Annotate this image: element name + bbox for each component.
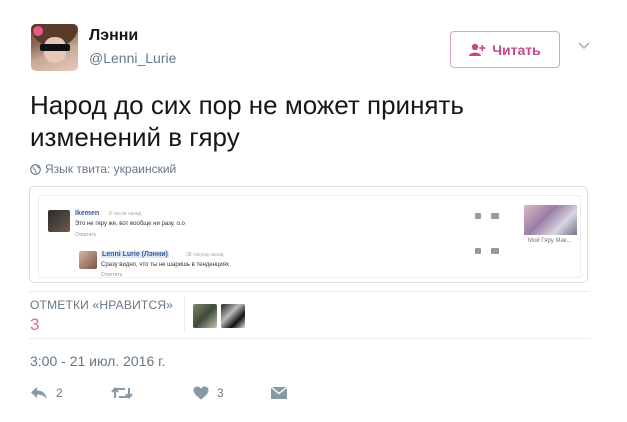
add-user-icon <box>469 43 486 56</box>
retweet-button[interactable] <box>111 386 133 400</box>
comment-time: 8 часов назад <box>109 211 142 217</box>
author-name[interactable]: Лэнни <box>89 27 138 45</box>
direct-message-button[interactable] <box>270 386 288 400</box>
tweet-text: Народ до сих пор не может принять измене… <box>30 90 464 152</box>
comment-text: Сразу видно, что ты не шаришь в тенденци… <box>101 262 229 268</box>
likes-count[interactable]: 3 <box>30 315 39 335</box>
flag-icon <box>491 213 499 219</box>
tweet-media-image[interactable]: Ikemen 8 часов назад Это не гяру же, вот… <box>29 186 588 283</box>
language-note: Язык твита: украинский <box>30 162 176 176</box>
comment-time: 38 секунд назад <box>186 252 224 258</box>
reply-count: 2 <box>56 386 63 400</box>
globe-icon <box>30 163 41 175</box>
video-thumbnail <box>524 205 577 235</box>
flag-icon <box>491 248 499 254</box>
chevron-down-icon[interactable] <box>578 42 590 50</box>
comment-reply-link: Ответить <box>101 272 123 278</box>
tweet-timestamp[interactable]: 3:00 - 21 июл. 2016 г. <box>30 353 165 369</box>
reply-icon <box>31 387 47 399</box>
comment-text: Это не гяру же, вот вообще ни разу. о.о <box>75 221 185 227</box>
divider <box>29 291 590 292</box>
commenter-avatar <box>79 251 97 269</box>
comment-author: Lenni Lurie (Лэнни) <box>101 251 169 258</box>
video-caption: Мой Гяру Мак... <box>528 238 572 244</box>
trash-icon <box>475 248 481 254</box>
direct-message-icon <box>270 386 288 399</box>
follow-button-label: Читать <box>492 41 541 58</box>
divider <box>184 296 185 332</box>
author-avatar[interactable] <box>31 24 78 71</box>
retweet-icon <box>111 386 133 400</box>
language-note-text: Язык твита: украинский <box>45 162 177 176</box>
follow-button[interactable]: Читать <box>450 31 560 68</box>
liker-avatar[interactable] <box>221 304 245 328</box>
trash-icon <box>475 213 481 219</box>
like-button[interactable]: 3 <box>193 386 224 400</box>
commenter-avatar <box>48 210 70 232</box>
divider <box>29 338 590 339</box>
comment-thread-screenshot: Ikemen 8 часов назад Это не гяру же, вот… <box>38 195 581 278</box>
author-handle[interactable]: @Lenni_Lurie <box>89 50 176 66</box>
likes-label[interactable]: ОТМЕТКИ «НРАВИТСЯ» <box>30 298 173 312</box>
comment-author: Ikemen <box>75 210 100 217</box>
reply-button[interactable]: 2 <box>30 386 63 400</box>
comment-reply-link: Ответить <box>75 232 97 238</box>
heart-icon <box>193 386 209 400</box>
liker-avatar[interactable] <box>193 304 217 328</box>
like-count: 3 <box>217 386 224 400</box>
